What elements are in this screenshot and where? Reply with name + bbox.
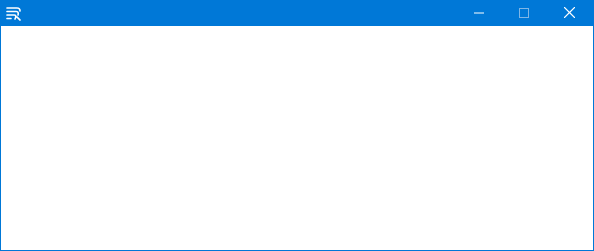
close-icon — [563, 5, 576, 23]
maximize-button[interactable] — [501, 1, 546, 26]
close-button[interactable] — [547, 1, 592, 26]
minimize-icon — [473, 5, 484, 23]
window-content-area[interactable] — [1, 26, 593, 250]
maximize-icon — [518, 5, 529, 23]
minimize-button[interactable] — [456, 1, 501, 26]
title-bar[interactable] — [1, 1, 593, 26]
application-window — [0, 0, 594, 251]
app-logo-icon[interactable] — [5, 5, 22, 22]
